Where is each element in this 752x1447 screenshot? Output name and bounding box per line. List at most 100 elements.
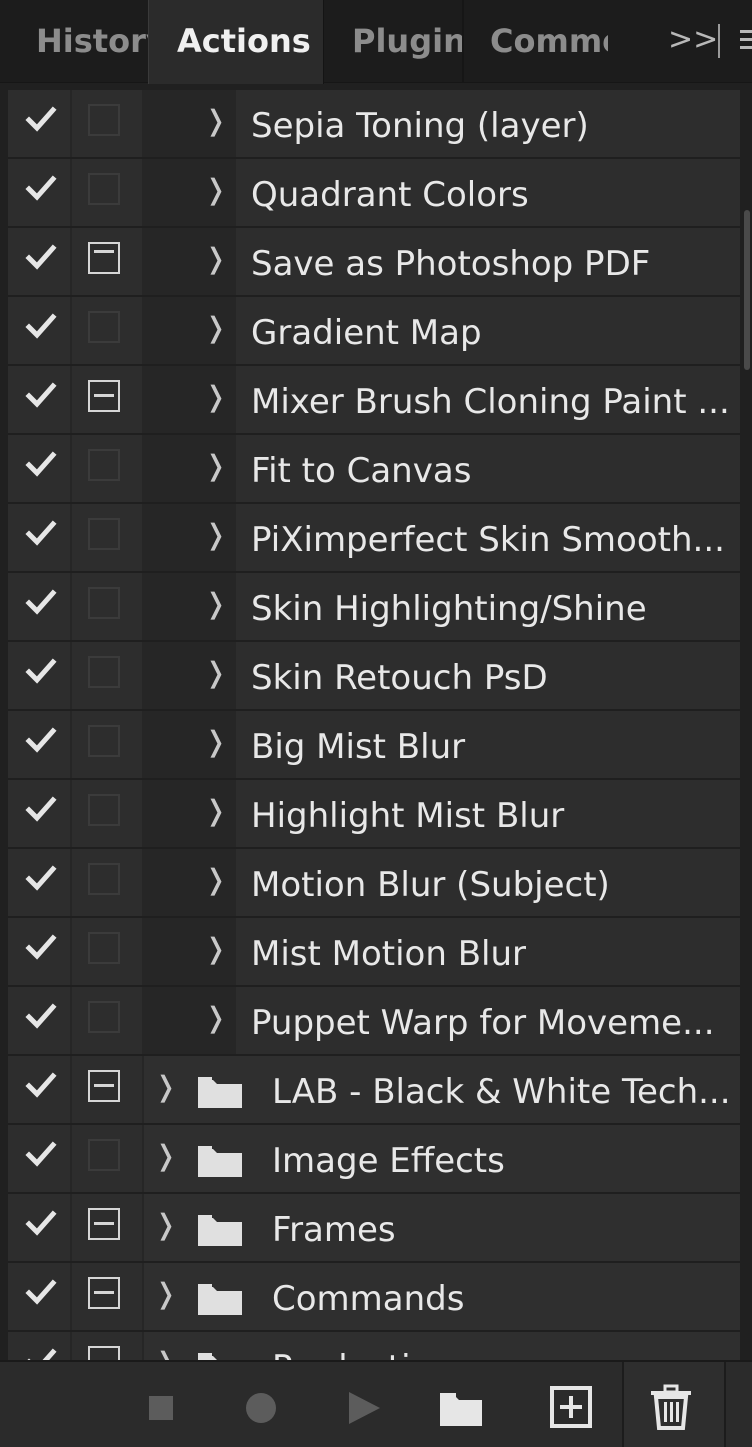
dialog-partial-icon[interactable] — [88, 1070, 120, 1102]
toggle-item-column[interactable] — [8, 573, 70, 640]
chevron-right-icon[interactable]: ❭ — [154, 1346, 177, 1360]
action-set-row[interactable]: ❭ Production — [8, 1332, 740, 1360]
dialog-toggle-column[interactable] — [72, 573, 142, 640]
checkmark-icon[interactable] — [24, 240, 58, 274]
action-set-row[interactable]: ❭ LAB - Black & White Tech... — [8, 1056, 740, 1125]
dialog-off-icon[interactable] — [88, 587, 120, 619]
action-row[interactable]: ❭ Fit to Canvas — [8, 435, 740, 504]
action-row[interactable]: ❭ Highlight Mist Blur — [8, 780, 740, 849]
toggle-item-column[interactable] — [8, 90, 70, 157]
chevron-right-icon[interactable]: ❭ — [154, 1277, 177, 1313]
tab-comments[interactable]: Comments — [462, 0, 608, 82]
tab-actions[interactable]: Actions — [148, 0, 324, 84]
chevron-right-icon[interactable]: ❭ — [154, 1139, 177, 1175]
checkmark-icon[interactable] — [24, 999, 58, 1033]
chevron-right-icon[interactable]: ❭ — [204, 725, 227, 761]
dialog-toggle-column[interactable] — [72, 504, 142, 571]
dialog-toggle-column[interactable] — [72, 159, 142, 226]
tab-history[interactable]: History — [8, 0, 150, 82]
dialog-off-icon[interactable] — [88, 311, 120, 343]
checkmark-icon[interactable] — [24, 1275, 58, 1309]
checkmark-icon[interactable] — [24, 792, 58, 826]
action-row[interactable]: ❭ Skin Highlighting/Shine — [8, 573, 740, 642]
chevron-right-icon[interactable]: ❭ — [204, 863, 227, 899]
chevron-right-icon[interactable]: ❭ — [204, 1001, 227, 1037]
trash-icon[interactable] — [648, 1384, 694, 1430]
checkmark-icon[interactable] — [24, 516, 58, 550]
dialog-toggle-column[interactable] — [72, 1263, 142, 1330]
action-row[interactable]: ❭ Big Mist Blur — [8, 711, 740, 780]
dialog-off-icon[interactable] — [88, 449, 120, 481]
dialog-off-icon[interactable] — [88, 1139, 120, 1171]
chevron-right-icon[interactable]: ❭ — [204, 104, 227, 140]
chevron-right-icon[interactable]: ❭ — [204, 932, 227, 968]
checkmark-icon[interactable] — [24, 654, 58, 688]
chevron-right-icon[interactable]: ❭ — [204, 242, 227, 278]
checkmark-icon[interactable] — [24, 1206, 58, 1240]
toggle-item-column[interactable] — [8, 504, 70, 571]
checkmark-icon[interactable] — [24, 171, 58, 205]
toggle-item-column[interactable] — [8, 1056, 70, 1123]
action-set-row[interactable]: ❭ Commands — [8, 1263, 740, 1332]
toggle-item-column[interactable] — [8, 711, 70, 778]
dialog-off-icon[interactable] — [88, 656, 120, 688]
action-set-row[interactable]: ❭ Frames — [8, 1194, 740, 1263]
toggle-item-column[interactable] — [8, 435, 70, 502]
action-row[interactable]: ❭ Motion Blur (Subject) — [8, 849, 740, 918]
chevron-right-icon[interactable]: ❭ — [204, 311, 227, 347]
toggle-item-column[interactable] — [8, 228, 70, 295]
toggle-item-column[interactable] — [8, 159, 70, 226]
checkmark-icon[interactable] — [24, 102, 58, 136]
scrollbar-thumb[interactable] — [744, 210, 750, 370]
dialog-off-icon[interactable] — [88, 725, 120, 757]
chevron-right-icon[interactable]: ❭ — [204, 587, 227, 623]
checkmark-icon[interactable] — [24, 309, 58, 343]
record-icon[interactable] — [238, 1384, 284, 1430]
toggle-item-column[interactable] — [8, 849, 70, 916]
checkmark-icon[interactable] — [24, 930, 58, 964]
chevron-right-icon[interactable]: ❭ — [204, 449, 227, 485]
action-row[interactable]: ❭ Sepia Toning (layer) — [8, 90, 740, 159]
dialog-toggle-column[interactable] — [72, 297, 142, 364]
chevron-right-icon[interactable]: ❭ — [154, 1208, 177, 1244]
chevron-right-icon[interactable]: ❭ — [204, 518, 227, 554]
dialog-off-icon[interactable] — [88, 1001, 120, 1033]
action-row[interactable]: ❭ Puppet Warp for Moveme... — [8, 987, 740, 1056]
panel-menu-icon[interactable] — [740, 30, 752, 54]
stop-icon[interactable] — [138, 1384, 184, 1430]
toggle-item-column[interactable] — [8, 297, 70, 364]
dialog-partial-icon[interactable] — [88, 380, 120, 412]
action-row[interactable]: ❭ PiXimperfect Skin Smooth... — [8, 504, 740, 573]
dialog-toggle-column[interactable] — [72, 918, 142, 985]
checkmark-icon[interactable] — [24, 1137, 58, 1171]
toggle-item-column[interactable] — [8, 1125, 70, 1192]
toggle-item-column[interactable] — [8, 642, 70, 709]
checkmark-icon[interactable] — [24, 723, 58, 757]
dialog-off-icon[interactable] — [88, 794, 120, 826]
checkmark-icon[interactable] — [24, 378, 58, 412]
checkmark-icon[interactable] — [24, 1068, 58, 1102]
checkmark-icon[interactable] — [24, 585, 58, 619]
dialog-toggle-column[interactable] — [72, 228, 142, 295]
action-set-row[interactable]: ❭ Image Effects — [8, 1125, 740, 1194]
dialog-off-icon[interactable] — [88, 863, 120, 895]
play-icon[interactable] — [340, 1384, 386, 1430]
dialog-toggle-column[interactable] — [72, 849, 142, 916]
dialog-toggle-column[interactable] — [72, 711, 142, 778]
new-set-icon[interactable] — [438, 1384, 484, 1430]
toggle-item-column[interactable] — [8, 987, 70, 1054]
action-row[interactable]: ❭ Mist Motion Blur — [8, 918, 740, 987]
action-row[interactable]: ❭ Gradient Map — [8, 297, 740, 366]
tab-overflow-icon[interactable]: >> — [668, 22, 718, 58]
toggle-item-column[interactable] — [8, 780, 70, 847]
chevron-right-icon[interactable]: ❭ — [204, 656, 227, 692]
checkmark-icon[interactable] — [24, 447, 58, 481]
dialog-toggle-column[interactable] — [72, 1194, 142, 1261]
dialog-toggle-column[interactable] — [72, 90, 142, 157]
toggle-item-column[interactable] — [8, 1263, 70, 1330]
checkmark-icon[interactable] — [24, 1344, 58, 1360]
new-action-icon[interactable] — [548, 1384, 594, 1430]
action-row[interactable]: ❭ Mixer Brush Cloning Paint ... — [8, 366, 740, 435]
toggle-item-column[interactable] — [8, 918, 70, 985]
dialog-toggle-column[interactable] — [72, 435, 142, 502]
